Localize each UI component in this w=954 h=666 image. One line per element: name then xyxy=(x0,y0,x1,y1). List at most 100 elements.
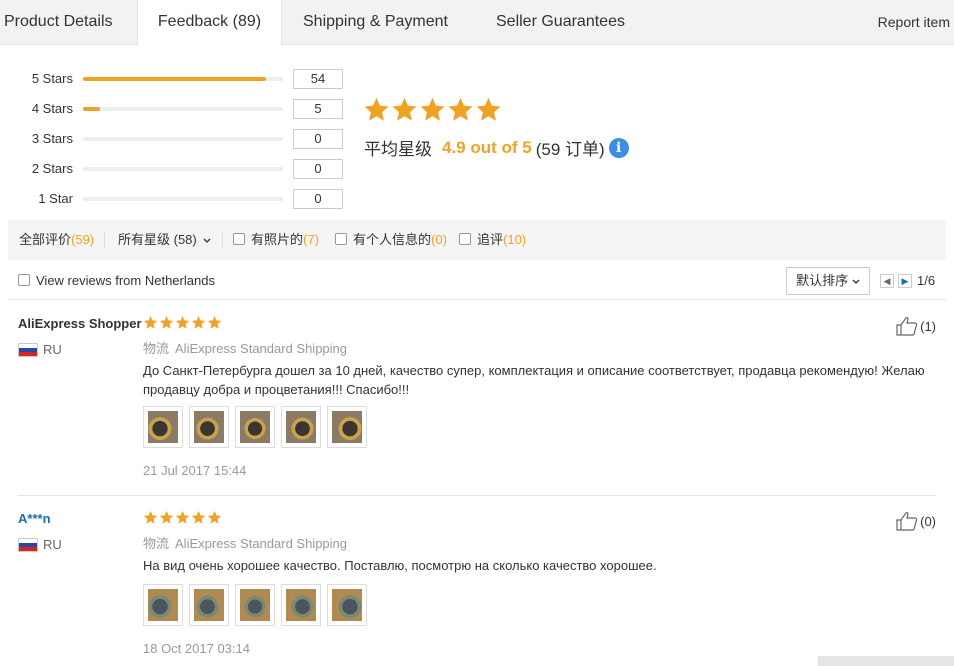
star-icon xyxy=(392,97,417,121)
reviewer-country: RU xyxy=(18,537,62,552)
star-icon xyxy=(143,315,158,329)
photos-checkbox[interactable] xyxy=(233,233,245,245)
review-photo-thumbnail[interactable] xyxy=(235,584,275,626)
tab-bar: Product Details Feedback (89) Shipping &… xyxy=(0,0,954,46)
tab-label: Shipping & Payment xyxy=(303,13,448,30)
tab-label: Product Details xyxy=(4,13,113,30)
photo-image xyxy=(148,589,178,621)
filter-followup[interactable]: 追评(10) xyxy=(459,220,526,260)
star-icon xyxy=(207,315,222,329)
review-photo-thumbnail[interactable] xyxy=(143,406,183,448)
thumbs-up-icon xyxy=(896,316,918,336)
review-photo-thumbnail[interactable] xyxy=(235,406,275,448)
photo-image xyxy=(286,411,316,443)
review-date: 18 Oct 2017 03:14 xyxy=(143,641,250,656)
distribution-bar-fill xyxy=(83,107,100,111)
stars-dropdown-label: 所有星级 (58) xyxy=(118,232,197,247)
photo-image xyxy=(286,589,316,621)
shipping-value: AliExpress Standard Shipping xyxy=(175,341,348,356)
shipping-method: 物流 AliExpress Standard Shipping xyxy=(143,338,347,357)
netherlands-label: View reviews from Netherlands xyxy=(36,273,215,288)
reviewer-country: RU xyxy=(18,342,62,357)
photo-image xyxy=(194,589,224,621)
next-page-button[interactable]: ▶ xyxy=(898,274,912,288)
netherlands-checkbox[interactable] xyxy=(18,274,30,286)
like-button[interactable]: (0) xyxy=(896,511,936,531)
star-icon xyxy=(448,97,473,121)
distribution-label: 2 Stars xyxy=(31,161,73,176)
filter-all[interactable]: 全部评价(59) xyxy=(19,220,94,260)
tab-label: Feedback (89) xyxy=(157,13,262,30)
filter-bar: 全部评价(59) 所有星级 (58) 有照片的(7) 有个人信息的(0) 追评(… xyxy=(8,220,946,260)
reviewer-name[interactable]: A***n xyxy=(18,511,51,526)
star-icon xyxy=(191,510,206,524)
view-netherlands-option[interactable]: View reviews from Netherlands xyxy=(18,262,215,300)
report-item-link[interactable]: Report item xyxy=(878,0,950,44)
country-code: RU xyxy=(43,537,62,552)
distribution-label: 3 Stars xyxy=(31,131,73,146)
shipping-label: 物流 xyxy=(143,536,170,551)
page-indicator: 1/6 xyxy=(917,273,936,288)
info-icon[interactable]: i xyxy=(608,137,629,158)
photo-image xyxy=(332,589,362,621)
tab-feedback[interactable]: Feedback (89) xyxy=(137,0,282,46)
personal-info-checkbox[interactable] xyxy=(335,233,347,245)
distribution-bar xyxy=(83,167,283,171)
distribution-count: 0 xyxy=(293,159,343,179)
photo-image xyxy=(240,411,270,443)
scroll-edge xyxy=(818,656,954,666)
filter-with-photos[interactable]: 有照片的(7) xyxy=(233,220,319,260)
star-icon xyxy=(364,97,389,121)
tab-seller-guarantees[interactable]: Seller Guarantees xyxy=(496,0,625,45)
followup-checkbox[interactable] xyxy=(459,233,471,245)
star-icon xyxy=(476,97,501,121)
distribution-bar xyxy=(83,77,283,81)
review-photos xyxy=(143,406,367,448)
distribution-row[interactable]: 2 Stars 0 xyxy=(0,159,350,179)
distribution-row[interactable]: 3 Stars 0 xyxy=(0,129,350,149)
average-score: 4.9 out of 5 xyxy=(442,137,532,157)
stars-dropdown[interactable]: 所有星级 (58) xyxy=(118,220,211,260)
separator xyxy=(104,232,105,248)
distribution-row[interactable]: 4 Stars 5 xyxy=(0,99,350,119)
photo-image xyxy=(148,411,178,443)
thumbs-up-icon xyxy=(896,511,918,531)
review-photo-thumbnail[interactable] xyxy=(143,584,183,626)
review-photo-thumbnail[interactable] xyxy=(327,584,367,626)
distribution-label: 4 Stars xyxy=(31,101,73,116)
filter-all-label: 全部评价 xyxy=(19,232,72,247)
filter-personal-count: (0) xyxy=(431,232,447,247)
photo-image xyxy=(240,589,270,621)
filter-photos-label: 有照片的 xyxy=(251,232,304,247)
distribution-bar-fill xyxy=(83,77,266,81)
separator xyxy=(222,232,223,248)
chevron-right-icon: ▶ xyxy=(901,276,909,286)
review-photo-thumbnail[interactable] xyxy=(189,584,229,626)
review-photo-thumbnail[interactable] xyxy=(281,584,321,626)
filter-all-count: (59) xyxy=(71,232,95,247)
review-photo-thumbnail[interactable] xyxy=(189,406,229,448)
sort-label: 默认排序 xyxy=(796,273,849,288)
filter-photos-count: (7) xyxy=(303,232,319,247)
shipping-method: 物流 AliExpress Standard Shipping xyxy=(143,533,347,552)
distribution-bar xyxy=(83,137,283,141)
sort-dropdown[interactable]: 默认排序 xyxy=(786,267,870,295)
review-photo-thumbnail[interactable] xyxy=(281,406,321,448)
review-photo-thumbnail[interactable] xyxy=(327,406,367,448)
distribution-bar xyxy=(83,197,283,201)
tab-product-details[interactable]: Product Details xyxy=(4,0,113,45)
like-button[interactable]: (1) xyxy=(896,316,936,336)
prev-page-button[interactable]: ◀ xyxy=(880,274,894,288)
filter-personal-info[interactable]: 有个人信息的(0) xyxy=(335,220,447,260)
distribution-row[interactable]: 5 Stars 54 xyxy=(0,69,350,89)
tab-shipping-payment[interactable]: Shipping & Payment xyxy=(303,0,448,45)
filter-personal-label: 有个人信息的 xyxy=(353,232,432,247)
view-options-row: View reviews from Netherlands 默认排序 ◀ ▶ 1… xyxy=(8,262,946,300)
review-photos xyxy=(143,584,367,626)
like-count: (1) xyxy=(920,318,936,334)
chevron-down-icon xyxy=(852,279,860,284)
filter-followup-label: 追评 xyxy=(477,232,504,247)
chevron-down-icon xyxy=(203,238,211,243)
distribution-row[interactable]: 1 Star 0 xyxy=(0,189,350,209)
distribution-bar xyxy=(83,107,283,111)
